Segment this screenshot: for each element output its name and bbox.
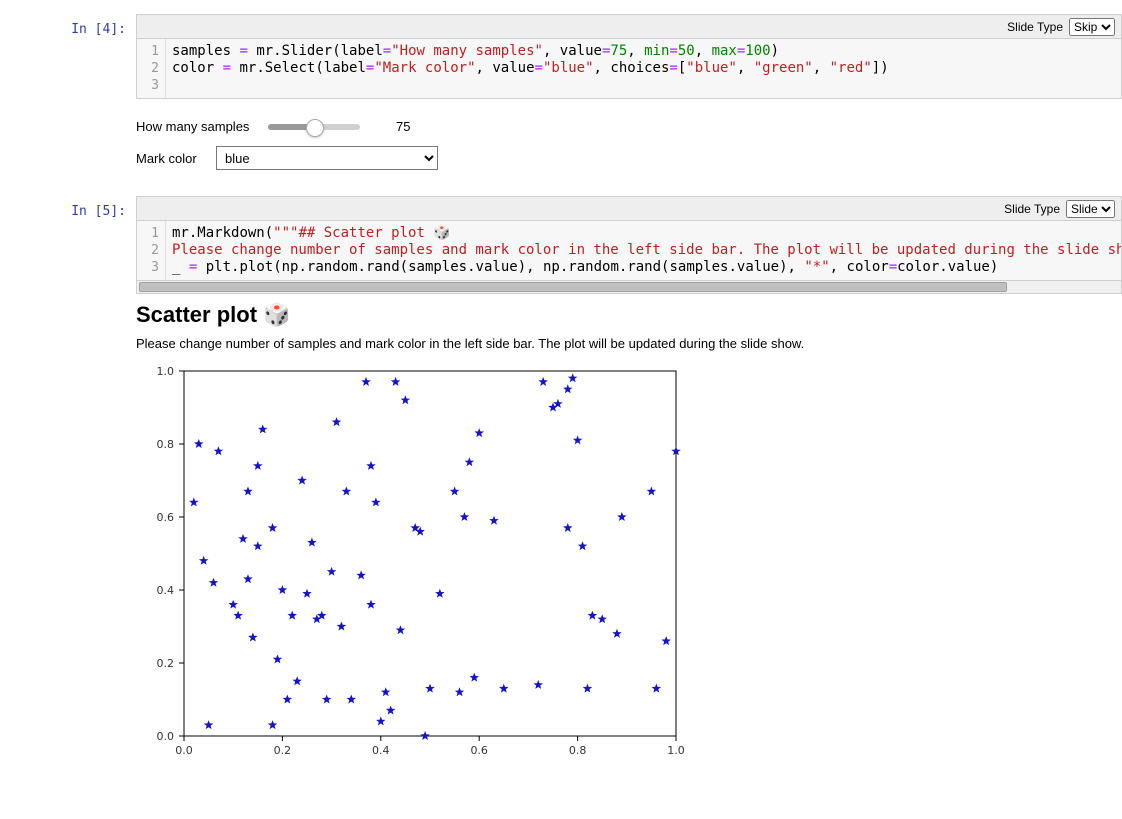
cell-5-prompt: In [5]: — [0, 196, 126, 219]
scatter-plot: 0.0 0.2 0.4 0.6 0.8 1.0 0.0 0.2 0.4 0.6 0.8 1.0 — [136, 361, 1122, 766]
scrollbar-thumb[interactable] — [139, 282, 1007, 292]
slide-type-label: Slide Type — [1007, 20, 1063, 34]
slide-type-select[interactable]: Skip — [1069, 18, 1115, 36]
slide-type-select[interactable]: Slide — [1066, 200, 1115, 218]
code-gutter: 123 — [137, 39, 166, 98]
svg-text:1.0: 1.0 — [157, 365, 175, 378]
select-widget: Mark color blue — [136, 146, 1122, 170]
slider-label: How many samples — [136, 119, 256, 134]
slider-widget: How many samples 75 — [136, 119, 1122, 134]
cell-5-code[interactable]: 123 mr.Markdown("""## Scatter plot 🎲 Ple… — [136, 220, 1122, 281]
slide-type-label: Slide Type — [1004, 202, 1060, 216]
cell-5-output: Scatter plot 🎲 Please change number of s… — [136, 294, 1122, 774]
mark-color-select[interactable]: blue — [216, 146, 438, 170]
svg-text:0.4: 0.4 — [157, 584, 175, 597]
svg-text:0.8: 0.8 — [569, 744, 587, 757]
scatter-plot-title: Scatter plot 🎲 — [136, 302, 1122, 328]
scatter-plot-description: Please change number of samples and mark… — [136, 336, 1122, 351]
svg-text:0.2: 0.2 — [157, 657, 175, 670]
scatter-plot-svg: 0.0 0.2 0.4 0.6 0.8 1.0 0.0 0.2 0.4 0.6 0.8 1.0 — [136, 361, 696, 766]
svg-text:0.0: 0.0 — [175, 744, 193, 757]
svg-text:1.0: 1.0 — [667, 744, 685, 757]
cell-4-output: How many samples 75 Mark color blue — [136, 99, 1122, 190]
svg-text:0.4: 0.4 — [372, 744, 390, 757]
code-lines: mr.Markdown("""## Scatter plot 🎲 Please … — [166, 221, 1121, 280]
cell-4-code[interactable]: 123 samples = mr.Slider(label="How many … — [136, 38, 1122, 99]
horizontal-scrollbar[interactable] — [136, 281, 1122, 294]
svg-text:0.8: 0.8 — [157, 438, 175, 451]
slider-value: 75 — [396, 119, 410, 134]
slider-track[interactable] — [268, 124, 360, 130]
notebook: In [4]: Slide Type Skip 123 samples = mr… — [0, 0, 1122, 810]
svg-text:0.0: 0.0 — [157, 730, 175, 743]
cell-5: In [5]: Slide Type Slide 123 mr.Markdown… — [0, 196, 1122, 774]
select-label: Mark color — [136, 151, 204, 166]
svg-text:0.6: 0.6 — [470, 744, 488, 757]
slider-thumb[interactable] — [306, 119, 324, 137]
cell-4-prompt: In [4]: — [0, 14, 126, 37]
code-gutter: 123 — [137, 221, 166, 280]
svg-text:0.6: 0.6 — [157, 511, 175, 524]
cell-4-toolbar: Slide Type Skip — [136, 14, 1122, 38]
svg-text:0.2: 0.2 — [274, 744, 292, 757]
cell-5-toolbar: Slide Type Slide — [136, 196, 1122, 220]
cell-4: In [4]: Slide Type Skip 123 samples = mr… — [0, 14, 1122, 190]
code-lines: samples = mr.Slider(label="How many samp… — [166, 39, 1121, 98]
